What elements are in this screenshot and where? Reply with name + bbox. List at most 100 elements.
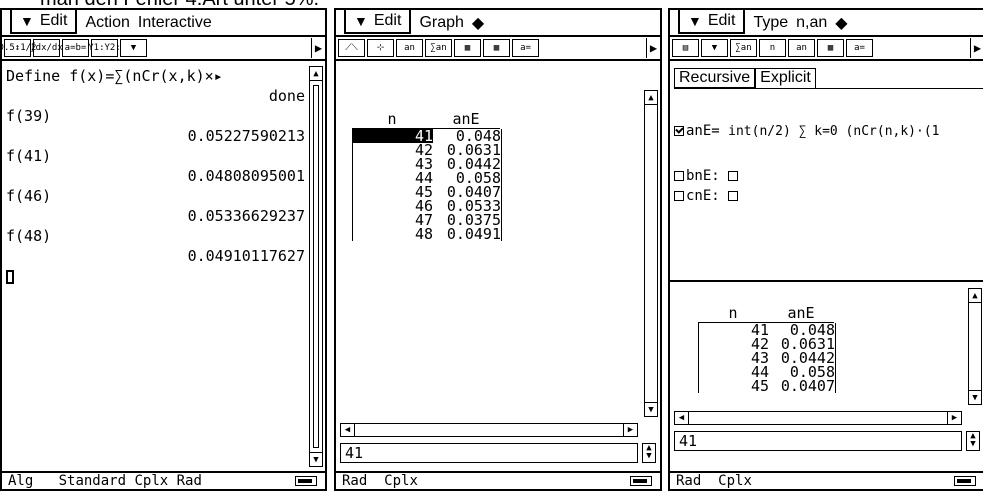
graph-table-scrollbar[interactable]: ▲ ▼: [644, 90, 658, 417]
seq-entry-field[interactable]: 41: [674, 431, 962, 451]
menu-edit[interactable]: Edit: [708, 12, 736, 30]
equation-icon[interactable]: a=: [512, 39, 539, 57]
menu-n-an[interactable]: n,an: [796, 14, 827, 32]
scroll-down-icon[interactable]: ▼: [310, 452, 322, 466]
toolbar-fraction-toggle-button[interactable]: 0.5↕1/2: [2, 39, 36, 57]
seq-statusbar: Rad Cplx: [670, 471, 983, 489]
sum-icon[interactable]: ∑an: [730, 39, 757, 57]
toolbar-more-icon[interactable]: ▶: [646, 38, 660, 58]
entry-spinner[interactable]: ▲ ▼: [642, 443, 656, 463]
graph-horizontal-scrollbar[interactable]: ◀ ▶: [340, 423, 638, 437]
menu-interactive[interactable]: Interactive: [138, 14, 212, 32]
table-row[interactable]: 45 0.0407: [699, 379, 835, 394]
scroll-left-icon[interactable]: ◀: [675, 412, 689, 424]
main-menubar: ▼ Edit Action Interactive: [2, 10, 325, 37]
tab-explicit[interactable]: Explicit: [755, 68, 816, 88]
empty-slot-icon: [728, 171, 739, 181]
equation-expression[interactable]: int(n/2) ∑ k=0 (nCr(n,k)·(1: [728, 124, 939, 139]
battery-icon: [954, 476, 976, 486]
history-line[interactable]: f(46): [6, 186, 305, 206]
main-menu-button[interactable]: ▼ Edit: [10, 10, 78, 34]
graph-entry-field[interactable]: 41: [340, 443, 638, 463]
status-text: Rad Cplx: [342, 473, 418, 489]
table-icon[interactable]: ▦: [454, 39, 481, 57]
checkbox-checked-icon[interactable]: [674, 126, 684, 136]
equation-icon[interactable]: a=: [846, 39, 873, 57]
history-line[interactable]: Define f(x)=∑(nCr(x,k)×▸: [6, 66, 305, 86]
main-scrollbar[interactable]: ▲ ▼: [309, 66, 323, 467]
scroll-thumb[interactable]: [313, 85, 319, 448]
diamond-icon[interactable]: ◆: [472, 13, 484, 33]
graph-editor-window: ▼ Edit Graph ◆ ⟋⟍ ⊹ an ∑an ▦ ▦ a= ▶ n an…: [334, 8, 662, 491]
seq-toolbar: ▤ ▼ ∑an n an ▦ a= ▶: [670, 37, 983, 61]
scroll-right-icon[interactable]: ▶: [623, 424, 637, 436]
seq-table-scrollbar[interactable]: ▲ ▼: [968, 288, 982, 405]
history-result: 0.04910117627: [187, 247, 305, 265]
sequence-editor-window: ▼ Edit Type n,an ◆ ▤ ▼ ∑an n an ▦ a= ▶ R…: [668, 8, 983, 491]
history-result: 0.05227590213: [187, 127, 305, 145]
scroll-right-icon[interactable]: ▶: [947, 412, 961, 424]
seq-tabs: Recursive Explicit: [674, 68, 816, 88]
equation-row-cnE[interactable]: cnE:: [674, 186, 939, 206]
graph-plot-icon[interactable]: ⟋⟍: [338, 39, 365, 57]
scroll-up-icon[interactable]: ▲: [969, 289, 981, 303]
graph-menu-button[interactable]: ▼ Edit: [344, 10, 412, 34]
menu-graph[interactable]: Graph: [419, 14, 463, 32]
menu-type[interactable]: Type: [753, 14, 788, 32]
menu-edit[interactable]: Edit: [374, 12, 402, 30]
scroll-down-icon[interactable]: ▼: [645, 402, 657, 416]
tab-recursive[interactable]: Recursive: [674, 68, 756, 88]
input-line[interactable]: [6, 266, 305, 286]
chevron-down-icon: ▼: [354, 12, 368, 29]
background-caption: man den Fehler 4.Art unter 5%.: [40, 0, 319, 10]
battery-icon: [295, 476, 317, 486]
list-view-icon[interactable]: ▤: [672, 39, 699, 57]
table-settings-icon[interactable]: ▦: [483, 39, 510, 57]
toolbar-more-icon[interactable]: ▶: [311, 38, 325, 58]
sum-icon[interactable]: ∑an: [425, 39, 452, 57]
seq-menubar: ▼ Edit Type n,an ◆: [670, 10, 983, 37]
menu-edit[interactable]: Edit: [40, 12, 68, 30]
history-line[interactable]: f(39): [6, 106, 305, 126]
seq-value-table: n anE 41 0.048 42 0.0631 43 0.0442 44 0.058 …: [698, 304, 836, 394]
equation-row-bnE[interactable]: bnE:: [674, 166, 939, 186]
graph-points-icon[interactable]: ⊹: [367, 39, 394, 57]
sequence-equations: anE= int(n/2) ∑ k=0 (nCr(n,k)·(1 bnE: cn…: [674, 96, 939, 206]
table-row[interactable]: 48 0.0491: [353, 227, 501, 242]
seq-menu-button[interactable]: ▼ Edit: [678, 10, 746, 34]
graph-statusbar: Rad Cplx: [336, 471, 660, 489]
status-text: Rad Cplx: [676, 473, 752, 489]
toolbar-dropdown-button[interactable]: ▼: [120, 39, 147, 57]
history-line[interactable]: f(41): [6, 146, 305, 166]
equation-row-anE[interactable]: anE= int(n/2) ∑ k=0 (nCr(n,k)·(1: [674, 96, 939, 166]
entry-spinner[interactable]: ▲ ▼: [966, 431, 980, 451]
scroll-left-icon[interactable]: ◀: [341, 424, 355, 436]
menu-action[interactable]: Action: [85, 14, 129, 32]
toolbar-variables-button[interactable]: Y1:Y2:: [88, 39, 121, 57]
history-result: done: [268, 87, 305, 105]
seq-horizontal-scrollbar[interactable]: ◀ ▶: [674, 411, 962, 425]
main-application-window: ▼ Edit Action Interactive 0.5↕1/2 ∫dx/dx…: [0, 8, 327, 491]
main-workspace[interactable]: Define f(x)=∑(nCr(x,k)×▸ done f(39) 0.05…: [2, 62, 325, 471]
graph-toolbar: ⟋⟍ ⊹ an ∑an ▦ ▦ a= ▶: [336, 37, 660, 61]
n-icon[interactable]: n: [759, 39, 786, 57]
history-line[interactable]: f(48): [6, 226, 305, 246]
main-toolbar: 0.5↕1/2 ∫dx/dx a=b= Y1:Y2: ▼ ▶: [2, 37, 325, 61]
toolbar-more-icon[interactable]: ▶: [970, 38, 983, 58]
sequence-icon[interactable]: an: [396, 39, 423, 57]
checkbox-icon[interactable]: [674, 191, 684, 201]
main-statusbar: Alg Standard Cplx Rad: [2, 471, 325, 489]
toolbar-derivative-button[interactable]: ∫dx/dx: [30, 39, 63, 57]
scroll-up-icon[interactable]: ▲: [310, 67, 322, 81]
checkbox-icon[interactable]: [674, 171, 684, 181]
an-icon[interactable]: an: [788, 39, 815, 57]
graph-menubar: ▼ Edit Graph ◆: [336, 10, 660, 37]
table-body: 41 0.048 42 0.0631 43 0.0442 44 0.058 45 0.04…: [352, 129, 502, 242]
history-result: 0.05336629237: [187, 207, 305, 225]
scroll-down-icon[interactable]: ▼: [969, 390, 981, 404]
toolbar-equation-button[interactable]: a=b=: [62, 39, 89, 57]
table-icon[interactable]: ▦: [817, 39, 844, 57]
diamond-icon[interactable]: ◆: [835, 13, 847, 33]
dropdown-icon[interactable]: ▼: [701, 39, 728, 57]
scroll-up-icon[interactable]: ▲: [645, 91, 657, 105]
